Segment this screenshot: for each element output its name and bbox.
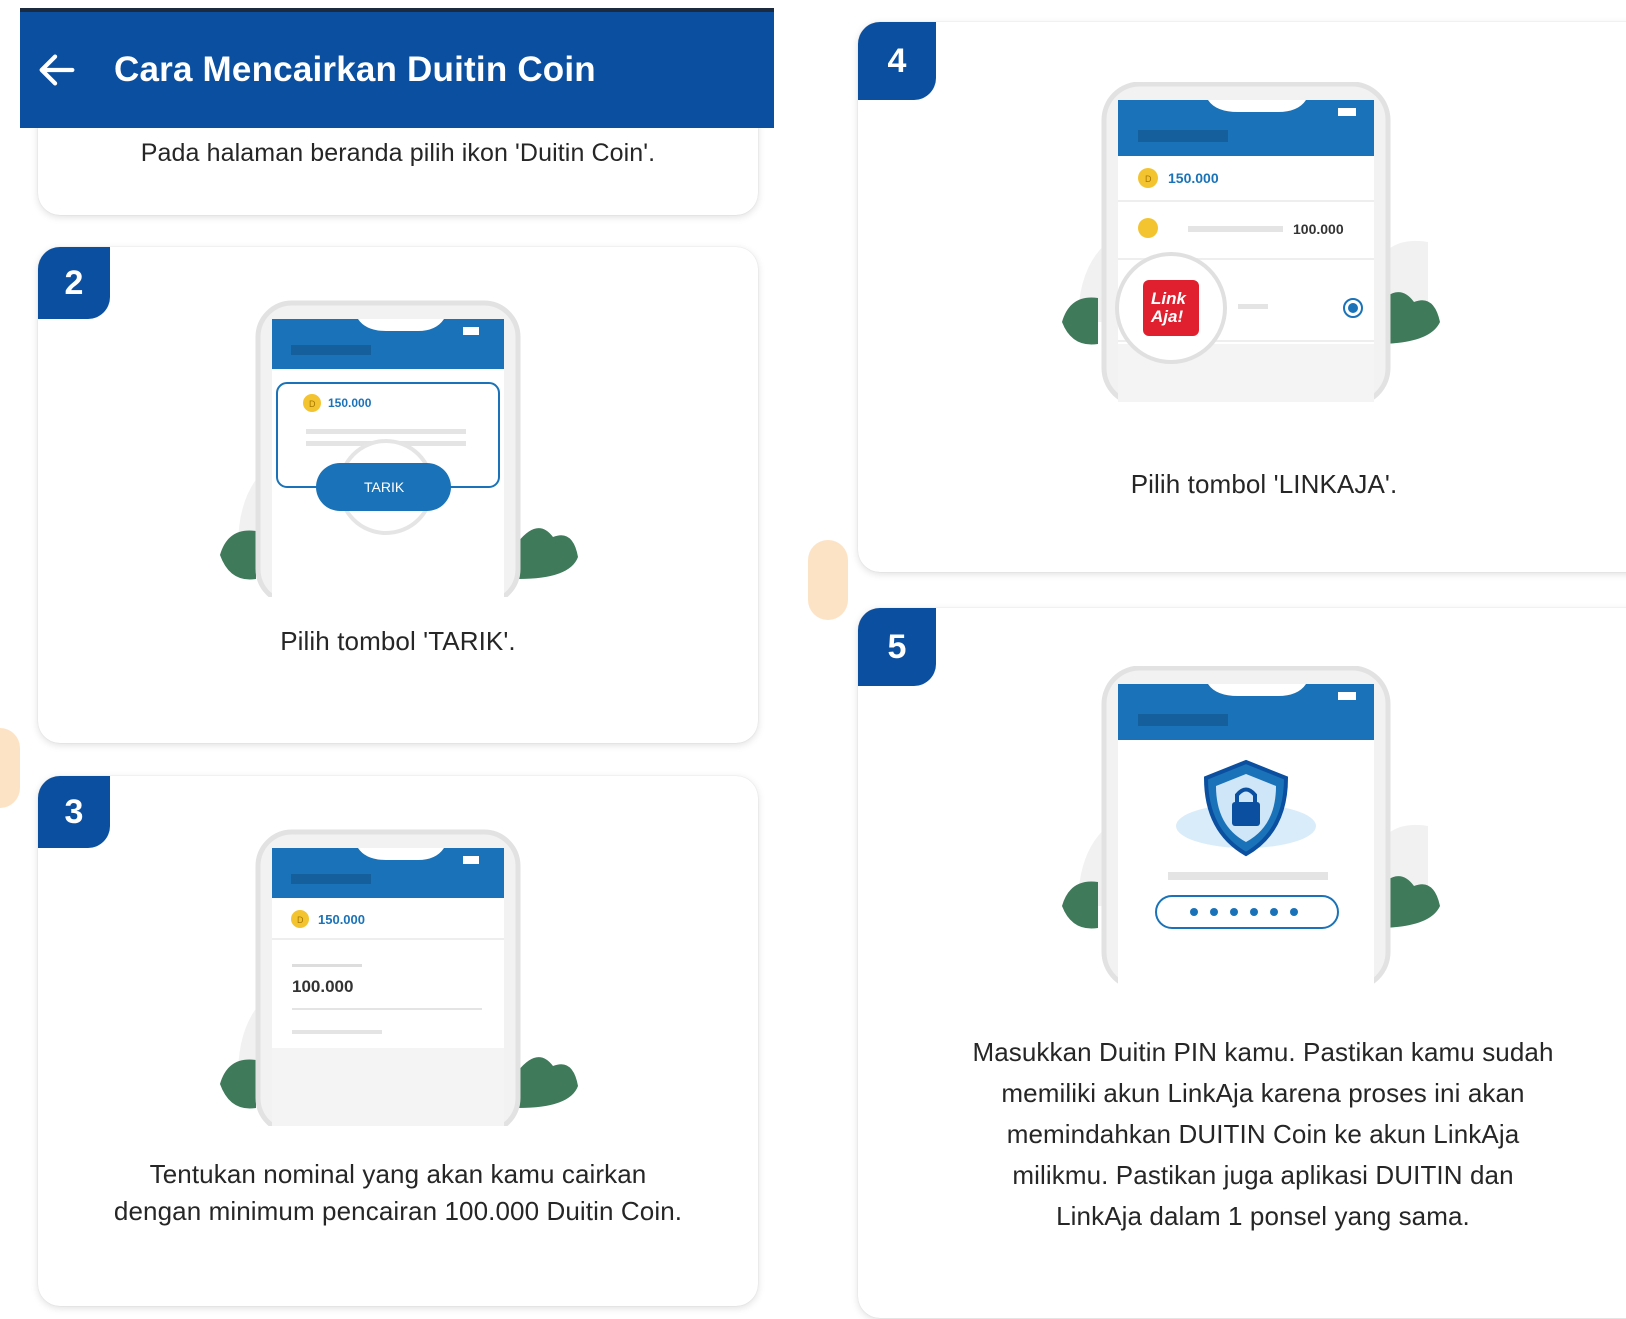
step-4-illustration: D 150.000 100.000 Link Aja! xyxy=(1062,82,1440,402)
svg-text:Aja!: Aja! xyxy=(1150,307,1183,326)
svg-text:D: D xyxy=(297,915,304,925)
step-badge-4: 4 xyxy=(858,22,936,100)
carousel-peek-left xyxy=(0,728,20,808)
svg-text:Link: Link xyxy=(1151,289,1187,308)
step-5-caption-line-2: memiliki akun LinkAja karena proses ini … xyxy=(1001,1078,1525,1108)
plant-leaf-icon xyxy=(1062,881,1098,929)
app-header: Cara Mencairkan Duitin Coin xyxy=(20,8,774,128)
step-badge-2: 2 xyxy=(38,247,110,319)
step-3-caption: Tentukan nominal yang akan kamu cairkan … xyxy=(38,1156,758,1230)
svg-text:D: D xyxy=(1145,174,1152,184)
balance-text: 150.000 xyxy=(1168,170,1219,186)
step-4-caption: Pilih tombol 'LINKAJA'. xyxy=(1130,469,1398,499)
step-3-illustration: D 150.000 100.000 xyxy=(220,829,578,1126)
plant-leaf-icon xyxy=(220,530,256,580)
arrow-left-icon[interactable] xyxy=(34,47,80,93)
plant-leaf-icon xyxy=(518,528,578,579)
step-card-3: 3 D 150.000 100.000 Tentukan nominal yan… xyxy=(38,776,758,1306)
svg-text:D: D xyxy=(309,399,316,409)
step-badge-5: 5 xyxy=(858,608,936,686)
step-2-caption: Pilih tombol 'TARIK'. xyxy=(280,626,516,656)
left-column: Cara Mencairkan Duitin Coin Pada halaman… xyxy=(0,0,780,1319)
step-3-caption-line-2: dengan minimum pencairan 100.000 Duitin … xyxy=(113,1196,683,1226)
step-1-caption: Pada halaman beranda pilih ikon 'Duitin … xyxy=(140,139,656,167)
step-5-caption-line-1: Masukkan Duitin PIN kamu. Pastikan kamu … xyxy=(972,1037,1554,1067)
step-card-4: 4 D 150.000 100.000 Link Aja! Pilih tomb… xyxy=(858,22,1626,572)
amount-text: 100.000 xyxy=(292,977,353,996)
step-5-caption-line-4: milikmu. Pastikan juga aplikasi DUITIN d… xyxy=(1012,1160,1514,1190)
step-card-2: 2 D 150.000 TARIK Pilih tombol 'TARIK'. xyxy=(38,247,758,743)
coin-icon xyxy=(1138,218,1158,238)
step-5-caption: Masukkan Duitin PIN kamu. Pastikan kamu … xyxy=(858,1032,1626,1237)
plant-leaf-icon xyxy=(220,1059,256,1109)
plant-leaf-icon xyxy=(518,1057,578,1108)
step-badge-3: 3 xyxy=(38,776,110,848)
balance-text: 150.000 xyxy=(328,396,372,410)
amount-text: 100.000 xyxy=(1293,221,1344,237)
pin-input[interactable] xyxy=(1155,895,1339,929)
step-card-5: 5 Masukkan Duitin PIN kamu. Pastikan kam… xyxy=(858,608,1626,1318)
plant-leaf-icon xyxy=(1062,297,1098,345)
carousel-peek-right xyxy=(808,540,848,620)
step-3-caption-line-1: Tentukan nominal yang akan kamu cairkan xyxy=(149,1159,647,1189)
page-title: Cara Mencairkan Duitin Coin xyxy=(114,50,596,89)
step-2-illustration: D 150.000 TARIK xyxy=(220,300,578,597)
balance-text: 150.000 xyxy=(318,912,365,927)
step-5-illustration xyxy=(1062,666,1440,986)
step-5-caption-line-5: LinkAja dalam 1 ponsel yang sama. xyxy=(1056,1201,1470,1231)
right-column: 4 D 150.000 100.000 Link Aja! Pilih tomb… xyxy=(808,0,1626,1319)
step-5-caption-line-3: memindahkan DUITIN Coin ke akun LinkAja xyxy=(1006,1119,1520,1149)
tarik-label: TARIK xyxy=(364,479,405,495)
